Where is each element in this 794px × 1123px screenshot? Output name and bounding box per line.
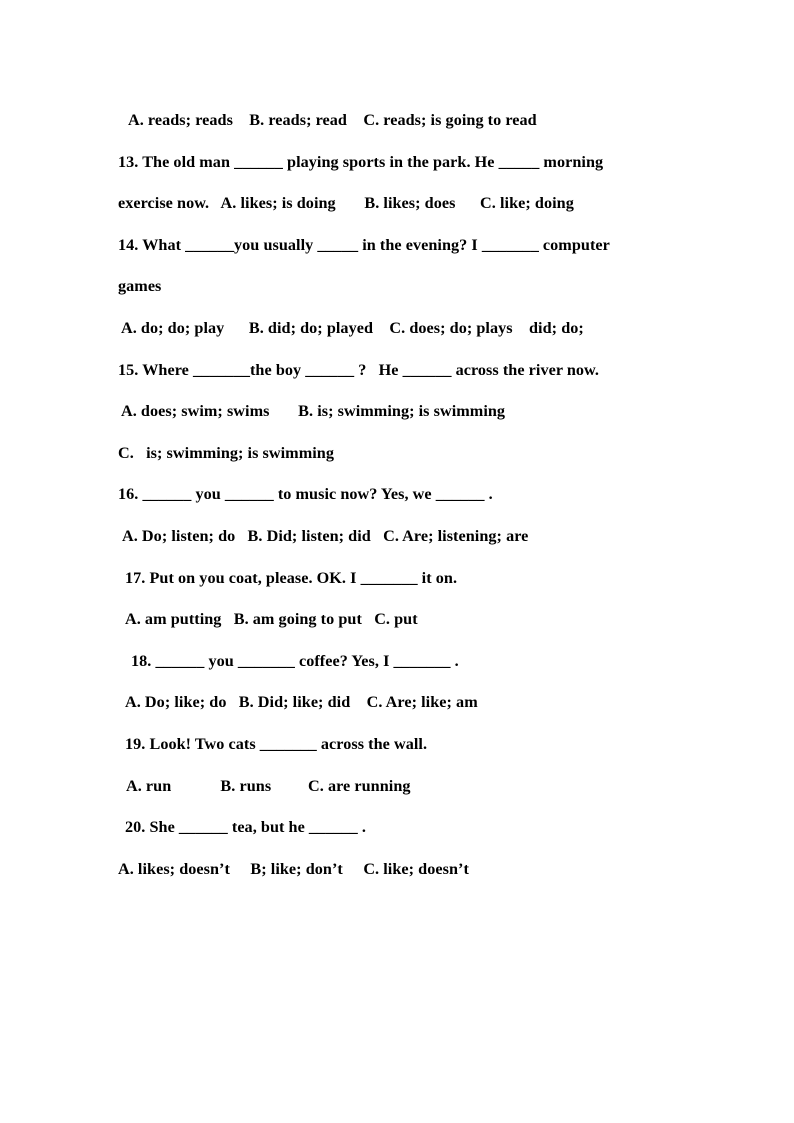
option-line-q12: A. reads; reads B. reads; read C. reads;… — [128, 111, 537, 129]
question-line-20: 20. She ______ tea, but he ______ . — [125, 818, 366, 837]
option-line-q18: A. Do; like; do B. Did; like; did C. Are… — [125, 693, 478, 712]
option-line-q14: A. do; do; play B. did; do; played C. do… — [121, 318, 584, 337]
question-line-18: 18. ______ you _______ coffee? Yes, I __… — [131, 651, 459, 670]
option-line-q15-ab: A. does; swim; swims B. is; swimming; is… — [121, 402, 506, 421]
option-line-q15-c: C. is; swimming; is swimming — [118, 443, 334, 462]
question-line-13b: exercise now. A. likes; is doing B. like… — [118, 194, 574, 213]
option-line-q17: A. am putting B. am going to put C. put — [125, 610, 418, 629]
option-line-q20: A. likes; doesn’t B; like; don’t C. like… — [118, 859, 469, 878]
option-line-q19: A. run B. runs C. are running — [126, 776, 411, 795]
document-page: A. reads; reads B. reads; read C. reads;… — [0, 0, 794, 1123]
option-line-q16: A. Do; listen; do B. Did; listen; did C.… — [122, 526, 529, 545]
question-line-13a: 13. The old man ______ playing sports in… — [118, 152, 604, 171]
question-line-14a: 14. What ______you usually _____ in the … — [118, 235, 610, 254]
question-line-17: 17. Put on you coat, please. OK. I _____… — [125, 568, 458, 587]
question-line-16: 16. ______ you ______ to music now? Yes,… — [118, 485, 493, 504]
question-line-19: 19. Look! Two cats _______ across the wa… — [125, 734, 428, 753]
question-line-14b: games — [118, 277, 162, 296]
question-line-15: 15. Where _______the boy ______ ? He ___… — [118, 360, 600, 379]
exercise-text-block: A. reads; reads B. reads; read C. reads;… — [118, 100, 684, 890]
